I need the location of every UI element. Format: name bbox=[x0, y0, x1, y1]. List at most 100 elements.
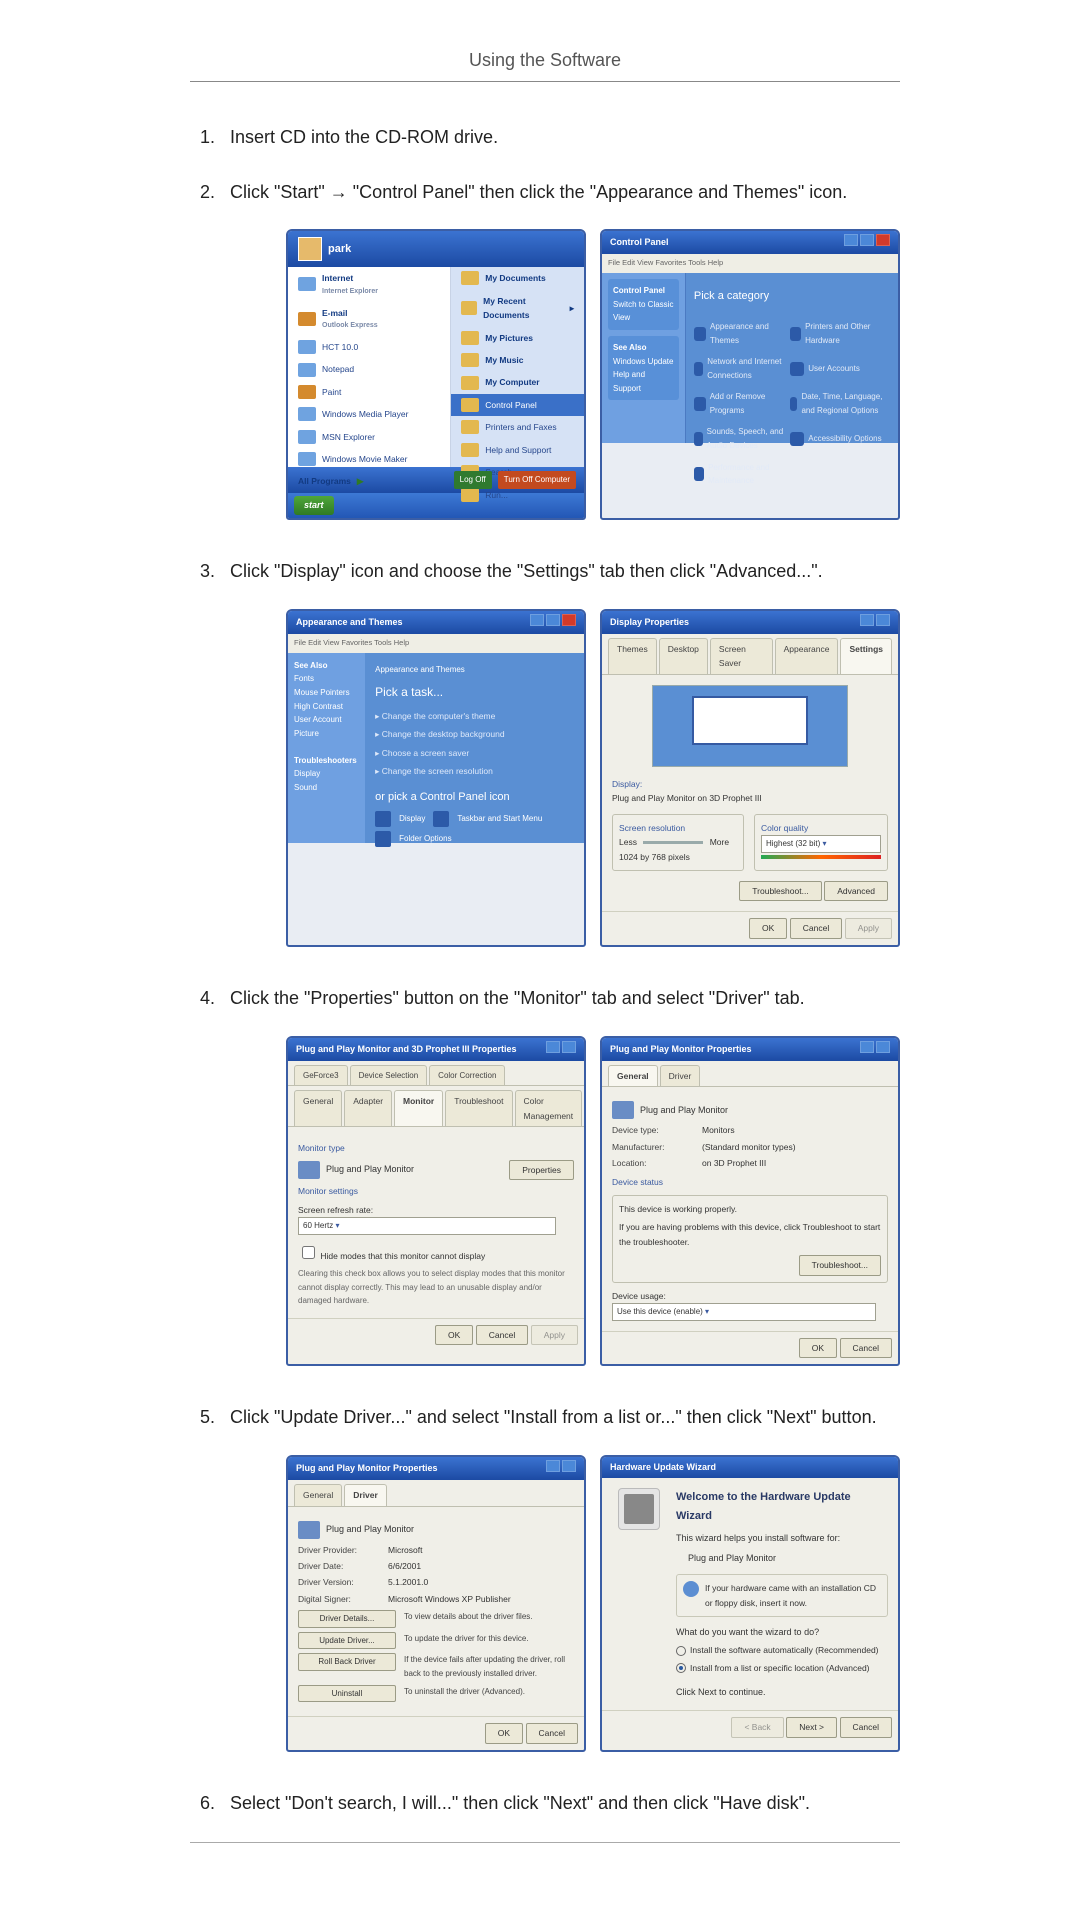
refresh-dropdown[interactable]: 60 Hertz bbox=[298, 1217, 556, 1235]
step-6: Select "Don't search, I will..." then cl… bbox=[220, 1788, 900, 1819]
dp-tabs[interactable]: Themes Desktop Screen Saver Appearance S… bbox=[602, 634, 898, 675]
cancel-button[interactable]: Cancel bbox=[476, 1325, 528, 1345]
sm-pictures[interactable]: My Pictures bbox=[451, 327, 584, 349]
ok-button[interactable]: OK bbox=[799, 1338, 837, 1358]
cp-side-block2[interactable]: See Also Windows Update Help and Support bbox=[608, 336, 679, 400]
at-icon-folderopts[interactable]: Folder Options bbox=[399, 832, 451, 846]
cat-performance[interactable]: Performance and Maintenance bbox=[694, 461, 788, 488]
at-task-2[interactable]: ▸ Choose a screen saver bbox=[375, 746, 574, 760]
start-button[interactable]: start bbox=[294, 496, 334, 515]
tab-themes[interactable]: Themes bbox=[608, 638, 657, 674]
dp-titlebar: Display Properties bbox=[602, 611, 898, 634]
window-buttons[interactable] bbox=[544, 1460, 576, 1477]
sm-recent[interactable]: My Recent Documents ▸ bbox=[451, 290, 584, 327]
sm-hct[interactable]: HCT 10.0 bbox=[288, 336, 450, 358]
sm-mydocs[interactable]: My Documents bbox=[451, 267, 584, 289]
window-buttons[interactable] bbox=[858, 1041, 890, 1058]
sm-notepad[interactable]: Notepad bbox=[288, 358, 450, 380]
sm-allprograms[interactable]: All Programs ▶ bbox=[288, 470, 450, 492]
advanced-button[interactable]: Advanced bbox=[824, 881, 888, 901]
sm-internet[interactable]: InternetInternet Explorer bbox=[288, 267, 450, 301]
cancel-button[interactable]: Cancel bbox=[840, 1717, 892, 1737]
tab-general[interactable]: General bbox=[294, 1484, 342, 1505]
cat-users[interactable]: User Accounts bbox=[790, 362, 884, 376]
tab-monitor[interactable]: Monitor bbox=[394, 1090, 443, 1126]
cancel-button[interactable]: Cancel bbox=[526, 1723, 578, 1743]
apply-button[interactable]: Apply bbox=[531, 1325, 578, 1345]
window-buttons[interactable] bbox=[842, 234, 890, 251]
usage-dropdown[interactable]: Use this device (enable) bbox=[612, 1303, 876, 1321]
window-buttons[interactable] bbox=[544, 1041, 576, 1058]
sm-msn[interactable]: MSN Explorer bbox=[288, 426, 450, 448]
start-menu-user: park bbox=[328, 240, 351, 259]
ok-button[interactable]: OK bbox=[435, 1325, 473, 1345]
cat-network[interactable]: Network and Internet Connections bbox=[694, 355, 788, 382]
accessibility-icon bbox=[790, 432, 804, 446]
folderopts-icon[interactable] bbox=[375, 831, 391, 847]
tab-driver[interactable]: Driver bbox=[344, 1484, 387, 1505]
sm-mycomputer[interactable]: My Computer bbox=[451, 371, 584, 393]
dp-color-group[interactable]: Color quality Highest (32 bit) bbox=[754, 814, 888, 871]
tab-driver[interactable]: Driver bbox=[660, 1065, 701, 1086]
logoff-button[interactable]: Log Off bbox=[454, 471, 492, 489]
at-icon-taskbar[interactable]: Taskbar and Start Menu bbox=[457, 812, 542, 826]
radio-auto[interactable]: Install the software automatically (Reco… bbox=[676, 1643, 888, 1657]
radio-list[interactable]: Install from a list or specific location… bbox=[676, 1661, 888, 1675]
hide-modes-checkbox[interactable] bbox=[302, 1246, 315, 1259]
sm-wmp[interactable]: Windows Media Player bbox=[288, 403, 450, 425]
sm-moviemaker[interactable]: Windows Movie Maker bbox=[288, 448, 450, 470]
tab-colorcorr[interactable]: Color Correction bbox=[429, 1065, 505, 1086]
cancel-button[interactable]: Cancel bbox=[790, 918, 842, 938]
sm-printers[interactable]: Printers and Faxes bbox=[451, 416, 584, 438]
sm-music[interactable]: My Music bbox=[451, 349, 584, 371]
driver-details-button[interactable]: Driver Details... bbox=[298, 1610, 396, 1628]
at-task-1[interactable]: ▸ Change the desktop background bbox=[375, 727, 574, 741]
cat-addremove[interactable]: Add or Remove Programs bbox=[694, 390, 788, 417]
rollback-button[interactable]: Roll Back Driver bbox=[298, 1653, 396, 1671]
window-buttons[interactable] bbox=[858, 614, 890, 631]
tab-screensaver[interactable]: Screen Saver bbox=[710, 638, 773, 674]
status-troubleshoot-button[interactable]: Troubleshoot... bbox=[799, 1255, 881, 1275]
ok-button[interactable]: OK bbox=[485, 1723, 523, 1743]
cat-appearance[interactable]: Appearance and Themes bbox=[694, 320, 788, 347]
tab-settings[interactable]: Settings bbox=[840, 638, 892, 674]
cat-sounds[interactable]: Sounds, Speech, and Audio Devices bbox=[694, 425, 788, 452]
sm-controlpanel[interactable]: Control Panel bbox=[451, 394, 584, 416]
update-driver-button[interactable]: Update Driver... bbox=[298, 1632, 396, 1650]
troubleshoot-button[interactable]: Troubleshoot... bbox=[739, 881, 821, 901]
at-task-0[interactable]: ▸ Change the computer's theme bbox=[375, 709, 574, 723]
tab-troubleshoot[interactable]: Troubleshoot bbox=[445, 1090, 512, 1126]
cd-note: If your hardware came with an installati… bbox=[676, 1574, 888, 1617]
next-button[interactable]: Next > bbox=[786, 1717, 837, 1737]
tab-geforce[interactable]: GeForce3 bbox=[294, 1065, 348, 1086]
cat-printers[interactable]: Printers and Other Hardware bbox=[790, 320, 884, 347]
dp-resolution-group[interactable]: Screen resolution Less More 1024 by 768 … bbox=[612, 814, 744, 871]
taskbar-icon[interactable] bbox=[433, 811, 449, 827]
display-preview bbox=[652, 685, 847, 767]
cp-side-block1[interactable]: Control Panel Switch to Classic View bbox=[608, 279, 679, 330]
tab-desktop[interactable]: Desktop bbox=[659, 638, 708, 674]
tab-devsel[interactable]: Device Selection bbox=[350, 1065, 428, 1086]
cat-accessibility[interactable]: Accessibility Options bbox=[790, 432, 884, 446]
properties-button[interactable]: Properties bbox=[509, 1160, 574, 1180]
tab-general[interactable]: General bbox=[294, 1090, 342, 1126]
sm-help[interactable]: Help and Support bbox=[451, 439, 584, 461]
at-task-3[interactable]: ▸ Change the screen resolution bbox=[375, 764, 574, 778]
cancel-button[interactable]: Cancel bbox=[840, 1338, 892, 1358]
display-icon[interactable] bbox=[375, 811, 391, 827]
tab-appearance[interactable]: Appearance bbox=[775, 638, 839, 674]
window-buttons[interactable] bbox=[528, 614, 576, 631]
turnoff-button[interactable]: Turn Off Computer bbox=[498, 471, 576, 489]
at-icon-display[interactable]: Display bbox=[399, 812, 425, 826]
uninstall-button[interactable]: Uninstall bbox=[298, 1685, 396, 1703]
ok-button[interactable]: OK bbox=[749, 918, 787, 938]
sm-email[interactable]: E-mailOutlook Express bbox=[288, 302, 450, 336]
tab-general[interactable]: General bbox=[608, 1065, 658, 1086]
cat-datetime[interactable]: Date, Time, Language, and Regional Optio… bbox=[790, 390, 884, 417]
back-button[interactable]: < Back bbox=[731, 1717, 783, 1737]
tab-colormgmt[interactable]: Color Management bbox=[515, 1090, 583, 1126]
tab-adapter[interactable]: Adapter bbox=[344, 1090, 392, 1126]
apply-button[interactable]: Apply bbox=[845, 918, 892, 938]
sm-paint[interactable]: Paint bbox=[288, 381, 450, 403]
color-dropdown[interactable]: Highest (32 bit) bbox=[761, 835, 881, 853]
